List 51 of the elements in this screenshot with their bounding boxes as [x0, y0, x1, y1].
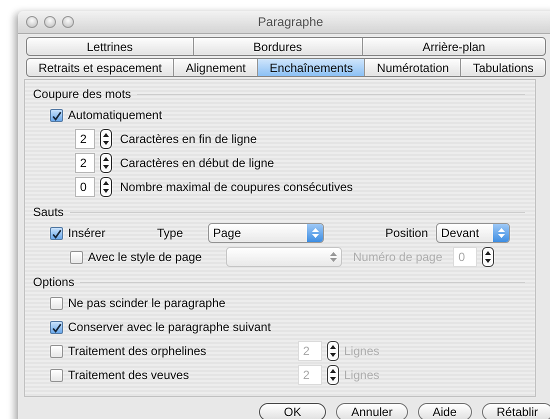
- page-number-label: Numéro de page: [353, 250, 442, 264]
- number-field[interactable]: 2: [75, 153, 95, 173]
- checkbox-label: Conserver avec le paragraphe suivant: [68, 320, 271, 334]
- checkbox-label: Insérer: [68, 226, 106, 240]
- stepper[interactable]: [327, 341, 339, 361]
- spinner-label: Nombre maximal de coupures consécutives: [120, 180, 353, 194]
- position-label: Position: [384, 226, 428, 240]
- updown-arrows-icon: [498, 227, 504, 239]
- tab[interactable]: Bordures: [194, 38, 363, 55]
- minimize-button[interactable]: [44, 16, 56, 28]
- stepper[interactable]: [482, 247, 494, 267]
- checkbox[interactable]: [50, 108, 63, 122]
- type-label: Type: [157, 226, 184, 240]
- spinner-label: Caractères en début de ligne: [120, 156, 274, 170]
- dialog-button[interactable]: Rétablir: [482, 403, 550, 419]
- number-field[interactable]: 2: [75, 129, 95, 149]
- tab[interactable]: Tabulations: [461, 59, 545, 76]
- type-dropdown[interactable]: Page: [208, 223, 324, 243]
- zoom-button[interactable]: [62, 16, 74, 28]
- checkbox[interactable]: [50, 296, 63, 310]
- tab[interactable]: Enchaînements: [258, 59, 366, 76]
- section-title: Sauts: [33, 205, 64, 219]
- stepper[interactable]: [327, 365, 339, 385]
- section-title: Coupure des mots: [33, 87, 132, 101]
- checkbox[interactable]: [50, 226, 63, 240]
- number-field[interactable]: 0: [75, 177, 95, 197]
- close-button[interactable]: [26, 16, 38, 28]
- position-dropdown[interactable]: Devant: [436, 223, 510, 243]
- checkbox[interactable]: [50, 320, 63, 334]
- updown-arrows-icon: [330, 251, 336, 263]
- tab[interactable]: Lettrines: [27, 38, 194, 55]
- unit-label: Lignes: [344, 368, 380, 382]
- unit-label: Lignes: [344, 344, 380, 358]
- dialog-button[interactable]: Annuler: [336, 403, 408, 419]
- dialog-button[interactable]: OK: [258, 403, 326, 419]
- dialog-button[interactable]: Aide: [418, 403, 472, 419]
- updown-arrows-icon: [312, 227, 318, 239]
- spinner-label: Caractères en fin de ligne: [120, 132, 257, 146]
- checkbox-label: Traitement des orphelines: [68, 344, 208, 358]
- stepper[interactable]: [100, 129, 112, 149]
- checkbox-label: Traitement des veuves: [68, 368, 190, 382]
- tab[interactable]: Arrière-plan: [362, 38, 545, 55]
- section-title: Options: [33, 275, 74, 289]
- checkbox-label: Automatiquement: [68, 108, 162, 122]
- window-title: Paragraphe: [258, 15, 324, 29]
- stepper[interactable]: [100, 177, 112, 197]
- checkbox-label: Ne pas scinder le paragraphe: [68, 296, 226, 310]
- tab[interactable]: Numérotation: [365, 59, 462, 76]
- tab[interactable]: Retraits et espacement: [27, 59, 174, 76]
- stepper[interactable]: [100, 153, 112, 173]
- checkbox-label: Avec le style de page: [88, 250, 203, 264]
